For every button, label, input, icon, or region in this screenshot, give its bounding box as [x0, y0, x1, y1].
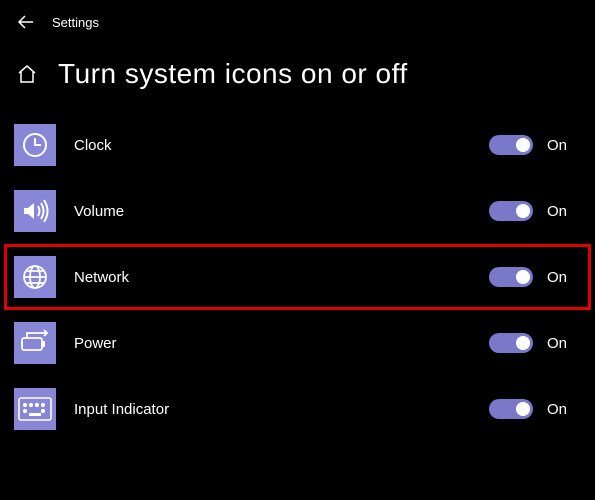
volume-icon — [14, 190, 56, 232]
row-label: Power — [74, 335, 489, 352]
toggle-state: On — [547, 203, 581, 220]
row-clock: Clock On — [14, 112, 581, 178]
row-label: Volume — [74, 203, 489, 220]
page-title: Turn system icons on or off — [58, 58, 408, 90]
toggle-volume[interactable] — [489, 201, 533, 221]
header-bar: Settings — [0, 0, 595, 40]
back-icon[interactable] — [14, 10, 38, 34]
toggle-input-indicator[interactable] — [489, 399, 533, 419]
row-input-indicator: Input Indicator On — [14, 376, 581, 442]
network-icon — [14, 256, 56, 298]
toggle-state: On — [547, 269, 581, 286]
icon-toggle-list: Clock On Volume On Network — [0, 112, 595, 442]
clock-icon — [14, 124, 56, 166]
keyboard-icon — [14, 388, 56, 430]
row-label: Clock — [74, 137, 489, 154]
toggle-state: On — [547, 335, 581, 352]
toggle-network[interactable] — [489, 267, 533, 287]
toggle-clock[interactable] — [489, 135, 533, 155]
power-icon — [14, 322, 56, 364]
app-name: Settings — [52, 15, 99, 30]
row-label: Network — [74, 269, 489, 286]
toggle-state: On — [547, 137, 581, 154]
toggle-power[interactable] — [489, 333, 533, 353]
row-label: Input Indicator — [74, 401, 489, 418]
row-power: Power On — [14, 310, 581, 376]
home-icon[interactable] — [14, 61, 40, 87]
row-network: Network On — [4, 244, 591, 310]
toggle-state: On — [547, 401, 581, 418]
row-volume: Volume On — [14, 178, 581, 244]
title-row: Turn system icons on or off — [0, 40, 595, 112]
